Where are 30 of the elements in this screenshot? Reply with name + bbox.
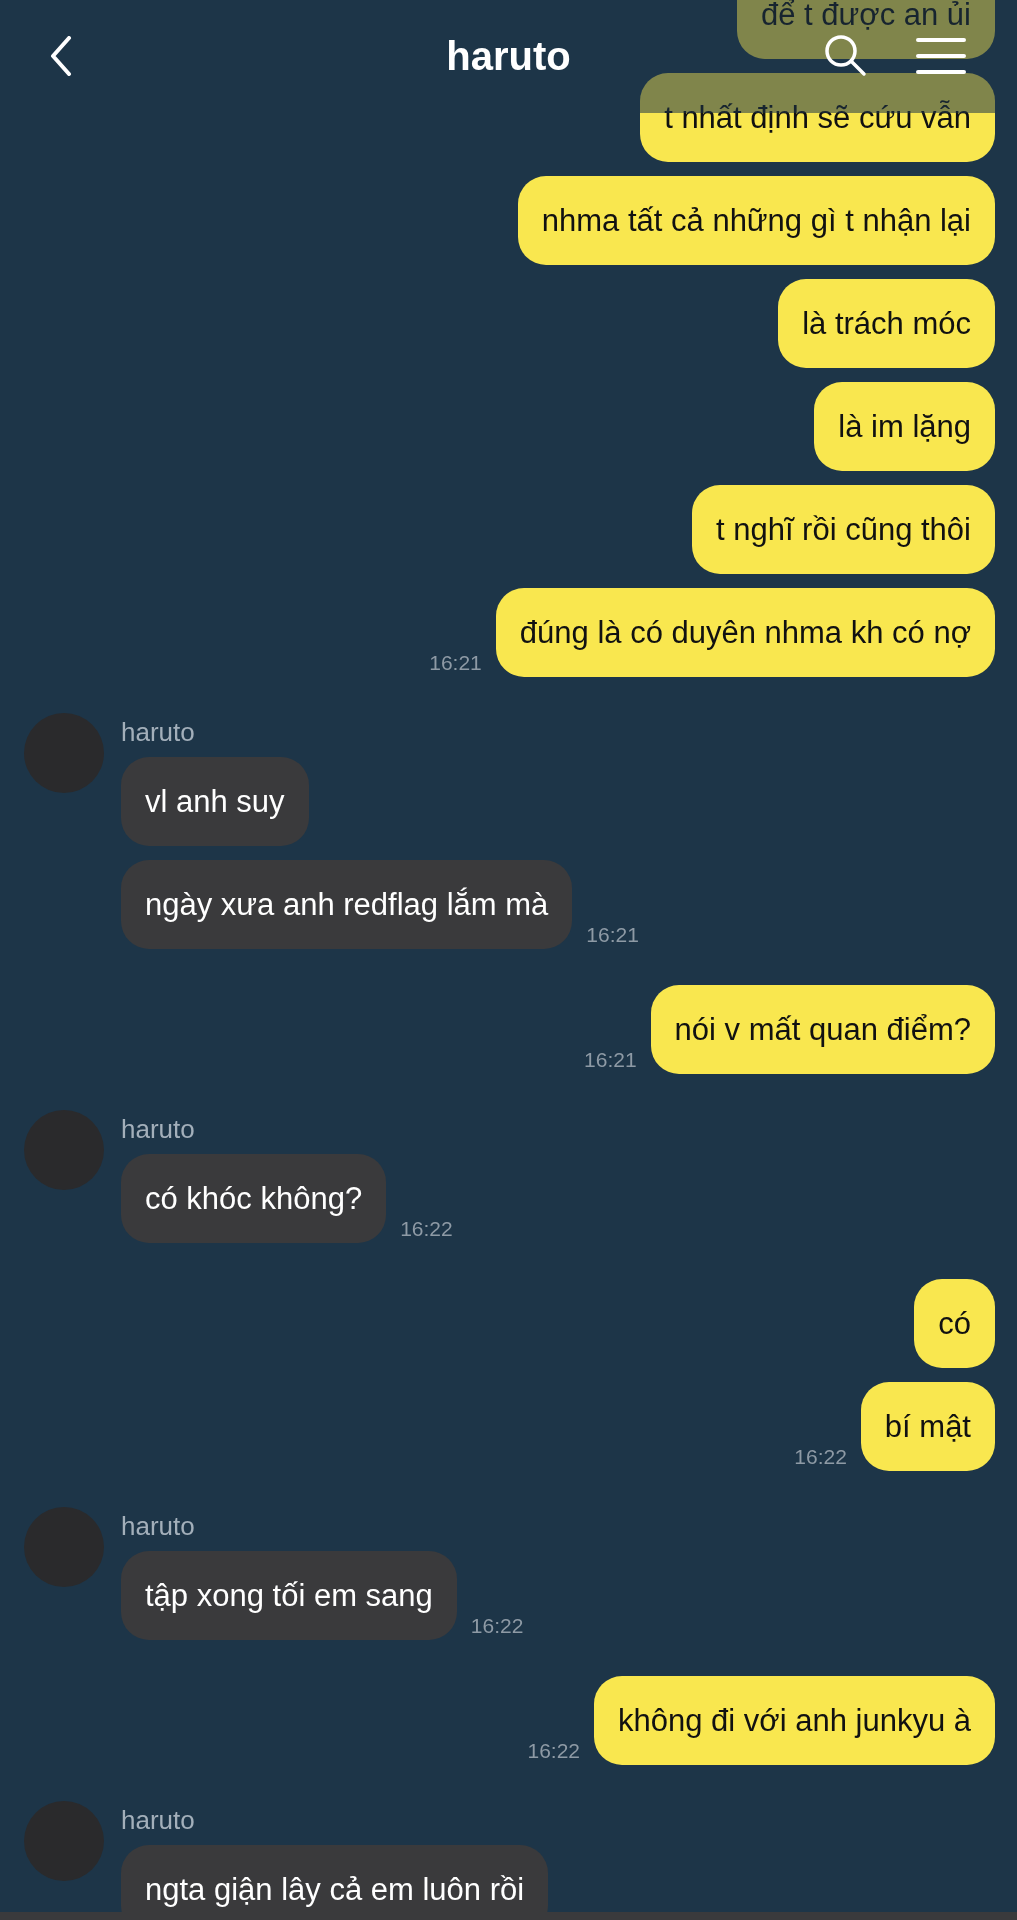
message-bubble: t nghĩ rồi cũng thôi bbox=[691, 485, 995, 574]
message-bubble: có bbox=[914, 1279, 995, 1368]
sender-name: haruto bbox=[121, 717, 195, 747]
message-bubble: nói v mất quan điểm? bbox=[650, 985, 995, 1074]
sender-name: haruto bbox=[121, 1114, 195, 1144]
sender-name: haruto bbox=[121, 1511, 195, 1541]
search-icon[interactable] bbox=[823, 33, 867, 77]
message-bubble: không đi với anh junkyu à bbox=[594, 1676, 995, 1765]
message-time: 16:22 bbox=[527, 1739, 581, 1763]
sender-name: haruto bbox=[121, 1805, 195, 1835]
back-icon[interactable] bbox=[49, 36, 73, 76]
message-time: 16:22 bbox=[470, 1614, 524, 1638]
message-time: 16:22 bbox=[400, 1217, 453, 1241]
message-time: 16:21 bbox=[586, 923, 639, 947]
message-bubble: để t được an ủi bbox=[737, 0, 995, 59]
message-bubble: là trách móc bbox=[778, 279, 995, 368]
message-bubble: nhma tất cả những gì t nhận lại bbox=[517, 176, 995, 265]
message-time: 16:21 bbox=[429, 651, 482, 675]
message-bubble: vl anh suy bbox=[121, 757, 309, 846]
message-bubble: tập xong tối em sang bbox=[121, 1551, 457, 1640]
message-bubble: có khóc không? bbox=[121, 1154, 387, 1243]
message-bubble: đúng là có duyên nhma kh có nợ bbox=[495, 588, 995, 677]
chat-title: haruto bbox=[446, 34, 571, 79]
message-bubble: t nhất định sẽ cứu vẫn bbox=[640, 73, 995, 162]
message-bubble: bí mật bbox=[860, 1382, 995, 1471]
message-time: 16:21 bbox=[584, 1048, 637, 1072]
message-bubble: là im lặng bbox=[814, 382, 995, 471]
message-bubble: ngày xưa anh redflag lắm mà bbox=[121, 860, 573, 949]
menu-icon[interactable] bbox=[916, 36, 966, 76]
message-time: 16:22 bbox=[794, 1445, 847, 1469]
